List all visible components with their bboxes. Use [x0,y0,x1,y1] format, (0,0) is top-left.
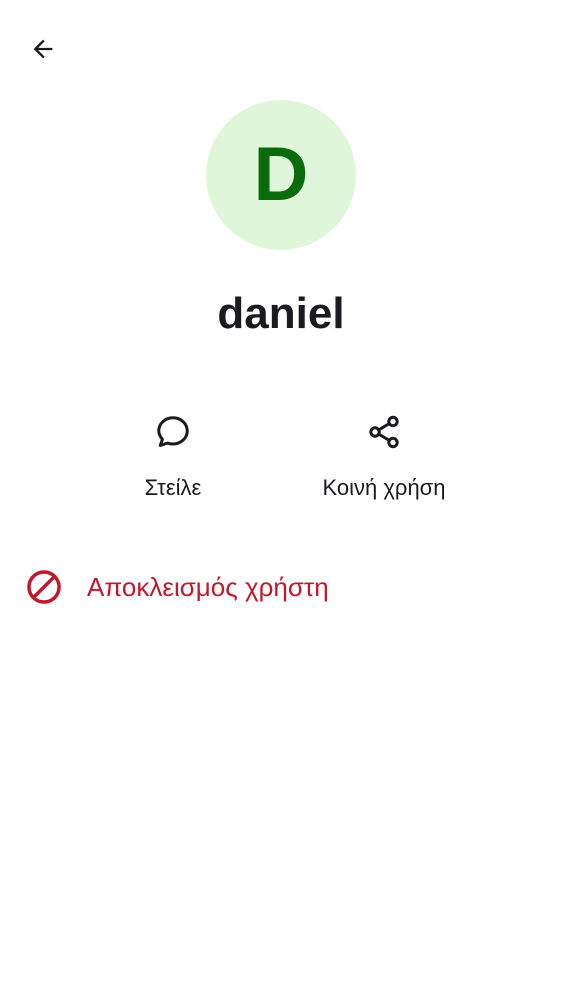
share-button[interactable]: Κοινή χρήση [294,400,474,510]
share-icon [364,412,404,452]
user-profile-screen: D daniel Στείλε Κοινή χρήση Αποκλεισμός … [0,0,562,1000]
block-user-label: Αποκλεισμός χρήστη [87,572,329,602]
back-button[interactable] [20,28,66,74]
send-message-button[interactable]: Στείλε [83,400,263,510]
avatar-letter: D [253,132,309,217]
chat-bubble-icon [153,412,193,452]
send-message-label: Στείλε [144,475,202,500]
block-user-button[interactable]: Αποκλεισμός χρήστη [0,556,562,618]
arrow-left-icon [29,35,57,68]
user-name: daniel [217,289,345,338]
avatar: D [206,100,356,250]
block-icon [24,567,64,607]
share-label: Κοινή χρήση [322,475,446,500]
